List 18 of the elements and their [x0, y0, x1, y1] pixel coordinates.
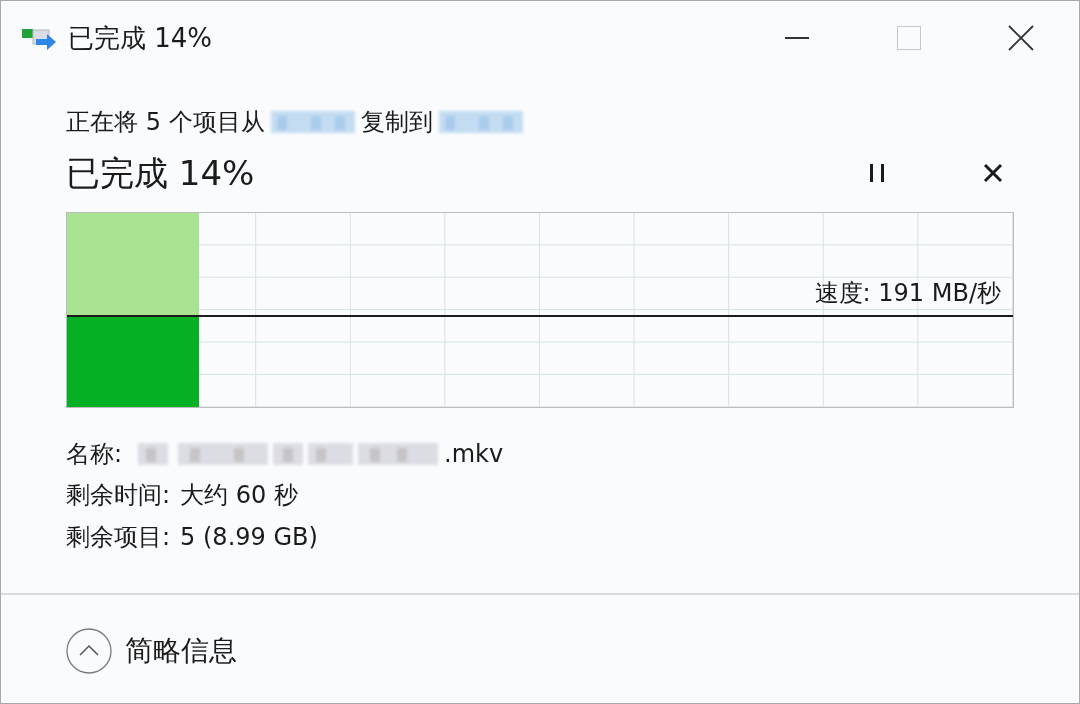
window-title: 已完成 14%	[68, 25, 213, 51]
close-icon	[983, 163, 1003, 183]
details-toggle-button[interactable]: 简略信息	[66, 627, 237, 674]
detail-label: 名称:	[66, 438, 123, 470]
minimize-icon	[785, 37, 809, 39]
pause-icon	[870, 164, 884, 182]
detail-value: .mkv	[444, 438, 504, 470]
close-icon	[1008, 25, 1034, 51]
speed-label: 速度: 191 MB/秒	[814, 278, 1001, 309]
file-copy-icon	[22, 26, 58, 50]
detail-value: 大约 60 秒	[180, 480, 298, 512]
operation-text: 复制到	[360, 107, 433, 138]
maximize-icon	[897, 26, 921, 50]
detail-label: 剩余时间:	[66, 480, 171, 512]
detail-label: 剩余项目:	[66, 521, 171, 553]
progress-heading: 已完成 14%	[66, 152, 255, 194]
operation-text: 正在将 5 个项目从	[66, 107, 265, 138]
detail-value: 5 (8.99 GB)	[180, 521, 318, 553]
